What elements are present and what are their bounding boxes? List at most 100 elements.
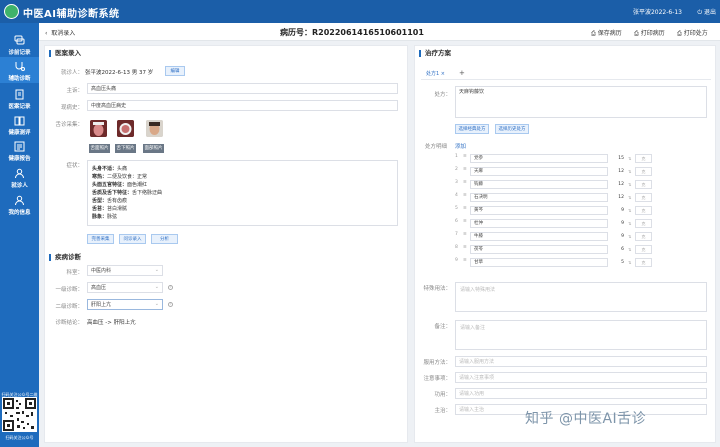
herb-name-input[interactable]: 茯苓 (470, 245, 608, 254)
stepper-icon[interactable]: ⇅ (628, 167, 633, 176)
herb-name-input[interactable]: 牛膝 (470, 232, 608, 241)
herb-unit-select[interactable]: 克 (635, 180, 652, 189)
stepper-icon[interactable]: ⇅ (628, 245, 633, 254)
drag-handle-icon[interactable]: ≡ (463, 193, 467, 198)
herb-name-input[interactable]: 甘草 (470, 258, 608, 267)
herb-dose[interactable]: 9 (614, 232, 624, 241)
stepper-icon[interactable]: ⇅ (628, 232, 633, 241)
drag-handle-icon[interactable]: ≡ (463, 180, 467, 185)
symptom-line: 头面五官特征：面色潮红 (92, 182, 148, 188)
stepper-icon[interactable]: ⇅ (628, 258, 633, 267)
drag-handle-icon[interactable]: ≡ (463, 219, 467, 224)
help-icon[interactable]: ? (168, 285, 173, 290)
herb-unit-select[interactable]: 克 (635, 245, 652, 254)
herb-dose[interactable]: 6 (614, 245, 624, 254)
face-photo-button[interactable]: 面部照片 (143, 144, 164, 153)
notice-input[interactable]: 请输入注意事项 (455, 372, 707, 383)
stepper-icon[interactable]: ⇅ (628, 154, 633, 163)
inquiry-entry-button[interactable]: 问诊录入 (119, 234, 146, 244)
stepper-icon[interactable]: ⇅ (628, 219, 633, 228)
drag-handle-icon[interactable]: ≡ (463, 154, 467, 159)
efficacy-label: 功用： (434, 392, 451, 398)
sidebar-item-my-info[interactable]: 我的信息 (0, 191, 39, 217)
edit-patient-button[interactable]: 编辑 (165, 66, 185, 76)
tongue-photo-thumb[interactable] (90, 120, 107, 137)
disease1-select[interactable]: 高血压 ⌄ (87, 282, 163, 293)
complaint-input[interactable]: 高血压头痛 (87, 83, 398, 94)
herb-dose[interactable]: 12 (614, 180, 624, 189)
herb-row: 7 ≡ 牛膝 9 ⇅ 克 (455, 232, 707, 241)
herb-unit-select[interactable]: 克 (635, 154, 652, 163)
efficacy-input[interactable]: 请输入功用 (455, 388, 707, 399)
herb-unit-select[interactable]: 克 (635, 258, 652, 267)
herb-unit-select[interactable]: 克 (635, 219, 652, 228)
tongue-photo-button[interactable]: 舌面照片 (89, 144, 110, 153)
help-icon[interactable]: ? (168, 302, 173, 307)
dept-select[interactable]: 中医内科 ⌄ (87, 265, 163, 276)
stepper-icon[interactable]: ⇅ (628, 180, 633, 189)
row-index: 4 (455, 193, 458, 198)
usage-input[interactable]: 请输入服用方法 (455, 356, 707, 367)
rx-detail-label: 处方明细 (425, 144, 448, 150)
herb-name-input[interactable]: 党参 (470, 154, 608, 163)
special-usage-input[interactable]: 请输入特殊用法 (455, 282, 707, 312)
symptom-line: 脉象：脉弦 (92, 214, 118, 220)
classic-rx-button[interactable]: 选择经典处方 (455, 124, 489, 134)
sidebar-item-case-record[interactable]: 医案记录 (0, 85, 39, 111)
sidebar-item-health-eval[interactable]: 健康测评 (0, 111, 39, 137)
chevron-down-icon: ⌄ (154, 301, 159, 307)
herb-dose[interactable]: 12 (614, 167, 624, 176)
sidebar-item-pre-diagnosis[interactable]: 诊前记录 (0, 31, 39, 57)
herb-name-input[interactable]: 天麻 (470, 167, 608, 176)
add-herb-link[interactable]: 添加 (455, 142, 466, 150)
stepper-icon[interactable]: ⇅ (628, 206, 633, 215)
close-icon: × (440, 71, 445, 77)
disease1-label: 一级诊断： (55, 287, 83, 293)
history-rx-button[interactable]: 选择历史处方 (495, 124, 529, 134)
face-photo-thumb[interactable] (146, 120, 163, 137)
drag-handle-icon[interactable]: ≡ (463, 245, 467, 250)
rx-input[interactable]: 天麻钩藤饮 (455, 86, 707, 118)
sidebar-item-assist-diagnosis[interactable]: 辅助诊断 (0, 57, 39, 83)
herb-unit-select[interactable]: 克 (635, 193, 652, 202)
drag-handle-icon[interactable]: ≡ (463, 206, 467, 211)
herb-dose[interactable]: 9 (614, 219, 624, 228)
herb-dose[interactable]: 12 (614, 193, 624, 202)
drag-handle-icon[interactable]: ≡ (463, 258, 467, 263)
save-record-button[interactable]: ⎙ 保存病历 (591, 28, 622, 38)
herb-name-input[interactable]: 石决明 (470, 193, 608, 202)
herb-name-input[interactable]: 黄芩 (470, 206, 608, 215)
complete-collection-button[interactable]: 完善采集 (87, 234, 114, 244)
herb-name-input[interactable]: 杜仲 (470, 219, 608, 228)
stepper-icon[interactable]: ⇅ (628, 193, 633, 202)
print-record-button[interactable]: ⎙ 打印病历 (634, 28, 665, 38)
add-tab-button[interactable]: + (459, 69, 465, 77)
herb-row: 5 ≡ 黄芩 9 ⇅ 克 (455, 206, 707, 215)
print-prescription-button[interactable]: ⎙ 打印处方 (677, 28, 708, 38)
herb-name-input[interactable]: 钩藤 (470, 180, 608, 189)
drag-handle-icon[interactable]: ≡ (463, 167, 467, 172)
herb-dose[interactable]: 5 (614, 258, 624, 267)
complaint-label: 主诉： (66, 88, 83, 94)
row-index: 2 (455, 167, 458, 172)
chevron-down-icon: ⌄ (154, 284, 159, 290)
herb-dose[interactable]: 15 (614, 154, 624, 163)
remark-input[interactable]: 请输入备注 (455, 320, 707, 350)
herb-unit-select[interactable]: 克 (635, 206, 652, 215)
row-index: 9 (455, 258, 458, 263)
sublingual-photo-button[interactable]: 舌下照片 (115, 144, 136, 153)
present-history-input[interactable]: 中度高血压病史 (87, 100, 398, 111)
disease2-select[interactable]: 肝阳上亢 ⌄ (87, 299, 163, 310)
sidebar-item-patient[interactable]: 就诊人 (0, 164, 39, 190)
symptom-label: 症状： (66, 163, 83, 169)
cancel-entry-button[interactable]: ‹ 取消录入 (45, 28, 75, 37)
sidebar-item-health-report[interactable]: 健康报告 (0, 137, 39, 163)
symptom-box[interactable]: 头身不适：头痛 寒热：二便及饮食：正常 头面五官特征：面色潮红 舌质及舌下特征：… (87, 160, 398, 226)
herb-dose[interactable]: 9 (614, 206, 624, 215)
herb-unit-select[interactable]: 克 (635, 232, 652, 241)
logout-button[interactable]: ⏻ 退出 (697, 7, 716, 17)
analyze-button[interactable]: 分析 (151, 234, 178, 244)
drag-handle-icon[interactable]: ≡ (463, 232, 467, 237)
herb-unit-select[interactable]: 克 (635, 167, 652, 176)
sublingual-photo-thumb[interactable] (117, 120, 134, 137)
